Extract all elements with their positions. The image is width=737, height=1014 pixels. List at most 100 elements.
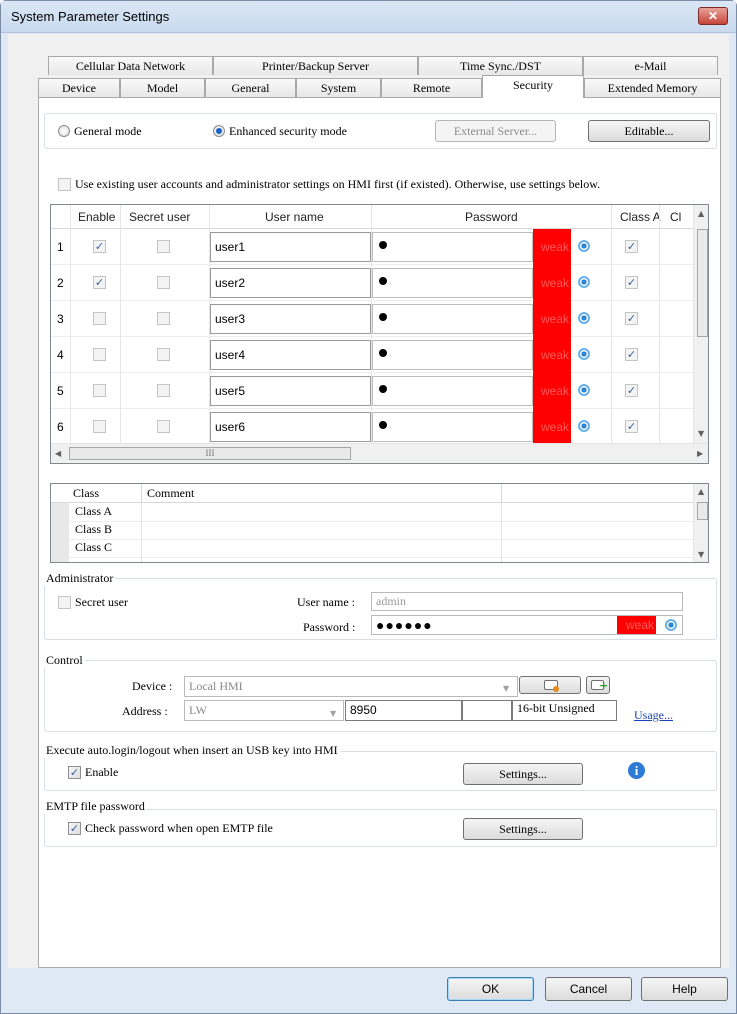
row-password-input[interactable] bbox=[372, 340, 533, 370]
external-server-button[interactable]: External Server... bbox=[435, 120, 556, 142]
hscroll-thumb[interactable]: III bbox=[69, 447, 351, 460]
enhanced-security-mode-radio[interactable] bbox=[213, 125, 225, 137]
row-user-name-input[interactable]: user6 bbox=[210, 412, 371, 442]
table-row[interactable]: 2 ✓ user2 weak ✓ bbox=[51, 265, 693, 301]
row-secret-user-checkbox[interactable] bbox=[157, 276, 170, 289]
usb-enable-checkbox[interactable]: ✓ bbox=[68, 766, 81, 779]
address-type-select[interactable]: LW bbox=[184, 700, 344, 721]
tab-model[interactable]: Model bbox=[120, 78, 205, 97]
row-password-input[interactable] bbox=[372, 304, 533, 334]
class-scroll-up-icon[interactable]: ▲ bbox=[698, 487, 704, 496]
close-button[interactable]: ✕ bbox=[698, 7, 728, 25]
admin-password-strength: weak bbox=[617, 616, 656, 634]
use-existing-label: Use existing user accounts and administr… bbox=[75, 177, 601, 191]
row-password-input[interactable] bbox=[372, 232, 533, 262]
device-chevron-down-icon[interactable]: ▼ bbox=[503, 684, 509, 693]
row-enable-checkbox[interactable] bbox=[93, 420, 106, 433]
add-device-button[interactable]: + bbox=[586, 676, 610, 694]
usb-settings-button[interactable]: Settings... bbox=[463, 763, 583, 785]
row-secret-user-checkbox[interactable] bbox=[157, 420, 170, 433]
row-class-a-checkbox[interactable]: ✓ bbox=[625, 348, 638, 361]
column-divider bbox=[120, 205, 121, 443]
device-settings-button[interactable] bbox=[519, 676, 581, 694]
admin-secret-user-checkbox[interactable] bbox=[58, 596, 71, 609]
row-enable-checkbox[interactable] bbox=[93, 312, 106, 325]
row-show-password-eye-icon[interactable] bbox=[578, 312, 590, 324]
row-class-a-checkbox[interactable]: ✓ bbox=[625, 420, 638, 433]
row-enable-checkbox[interactable] bbox=[93, 348, 106, 361]
row-user-name-input[interactable]: user4 bbox=[210, 340, 371, 370]
tab-security[interactable]: Security bbox=[482, 75, 584, 98]
column-divider bbox=[209, 205, 210, 443]
row-secret-user-checkbox[interactable] bbox=[157, 312, 170, 325]
row-show-password-eye-icon[interactable] bbox=[578, 240, 590, 252]
scroll-left-arrow-icon[interactable]: ◀ bbox=[55, 449, 61, 458]
row-user-name-input[interactable]: user3 bbox=[210, 304, 371, 334]
info-icon[interactable]: i bbox=[628, 762, 645, 779]
emtp-settings-button[interactable]: Settings... bbox=[463, 818, 583, 840]
user-table-vscroll[interactable]: ▲ ▼ bbox=[693, 205, 708, 443]
scroll-up-arrow-icon[interactable]: ▲ bbox=[698, 209, 704, 218]
row-password-input[interactable] bbox=[372, 376, 533, 406]
address-type-chevron-down-icon[interactable]: ▼ bbox=[330, 709, 336, 718]
row-enable-checkbox[interactable]: ✓ bbox=[93, 276, 106, 289]
user-table-hscroll[interactable]: ◀ III ▶ bbox=[51, 443, 708, 463]
use-existing-checkbox[interactable] bbox=[58, 178, 71, 191]
row-password-strength: weak bbox=[533, 301, 571, 337]
row-class-a-checkbox[interactable]: ✓ bbox=[625, 276, 638, 289]
row-password-input[interactable] bbox=[372, 412, 533, 442]
admin-username-input[interactable]: admin bbox=[371, 592, 683, 611]
column-divider bbox=[371, 205, 372, 443]
class-scroll-down-icon[interactable]: ▼ bbox=[698, 550, 704, 559]
scroll-down-arrow-icon[interactable]: ▼ bbox=[698, 429, 704, 438]
row-class-a-checkbox[interactable]: ✓ bbox=[625, 312, 638, 325]
tab-system[interactable]: System bbox=[296, 78, 381, 97]
tab-extended-memory[interactable]: Extended Memory bbox=[584, 78, 721, 97]
row-password-input[interactable] bbox=[372, 268, 533, 298]
row-user-name-input[interactable]: user5 bbox=[210, 376, 371, 406]
usage-link[interactable]: Usage... bbox=[634, 708, 673, 723]
tab-printer-backup-server[interactable]: Printer/Backup Server bbox=[213, 56, 418, 75]
row-class-a-checkbox[interactable]: ✓ bbox=[625, 240, 638, 253]
vscroll-thumb[interactable] bbox=[697, 229, 708, 337]
admin-show-password-eye-icon[interactable] bbox=[665, 619, 677, 631]
row-show-password-eye-icon[interactable] bbox=[578, 348, 590, 360]
tab-time-sync-dst[interactable]: Time Sync./DST bbox=[418, 56, 583, 75]
class-vscroll-thumb[interactable] bbox=[697, 502, 708, 520]
row-user-name-input[interactable]: user2 bbox=[210, 268, 371, 298]
row-user-name-input[interactable]: user1 bbox=[210, 232, 371, 262]
tab-device[interactable]: Device bbox=[38, 78, 120, 97]
tab-email[interactable]: e-Mail bbox=[583, 56, 718, 75]
table-row[interactable]: 4 user4 weak ✓ bbox=[51, 337, 693, 373]
table-row[interactable]: 6 user6 weak ✓ bbox=[51, 409, 693, 445]
device-select[interactable]: Local HMI bbox=[184, 676, 518, 697]
scroll-right-arrow-icon[interactable]: ▶ bbox=[697, 449, 703, 458]
row-class-a-checkbox[interactable]: ✓ bbox=[625, 384, 638, 397]
row-secret-user-checkbox[interactable] bbox=[157, 384, 170, 397]
general-mode-radio[interactable] bbox=[58, 125, 70, 137]
device-gear-dot-icon bbox=[553, 686, 559, 692]
tab-general[interactable]: General bbox=[205, 78, 296, 97]
address-value-input[interactable]: 8950 bbox=[345, 700, 462, 721]
row-show-password-eye-icon[interactable] bbox=[578, 276, 590, 288]
password-dot bbox=[379, 349, 387, 357]
help-button[interactable]: Help bbox=[641, 977, 728, 1001]
row-show-password-eye-icon[interactable] bbox=[578, 420, 590, 432]
address-extra-input[interactable] bbox=[462, 700, 512, 721]
row-show-password-eye-icon[interactable] bbox=[578, 384, 590, 396]
admin-secret-user-label: Secret user bbox=[75, 595, 128, 609]
emtp-check-password-checkbox[interactable]: ✓ bbox=[68, 822, 81, 835]
tab-cellular-data-network[interactable]: Cellular Data Network bbox=[48, 56, 213, 75]
table-row[interactable]: 1 ✓ user1 weak ✓ bbox=[51, 229, 693, 265]
table-row[interactable]: 3 user3 weak ✓ bbox=[51, 301, 693, 337]
row-enable-checkbox[interactable]: ✓ bbox=[93, 240, 106, 253]
class-table-vscroll[interactable]: ▲ ▼ bbox=[693, 484, 708, 562]
tab-remote[interactable]: Remote bbox=[381, 78, 482, 97]
row-enable-checkbox[interactable] bbox=[93, 384, 106, 397]
ok-button[interactable]: OK bbox=[447, 977, 534, 1001]
table-row[interactable]: 5 user5 weak ✓ bbox=[51, 373, 693, 409]
cancel-button[interactable]: Cancel bbox=[545, 977, 632, 1001]
row-secret-user-checkbox[interactable] bbox=[157, 240, 170, 253]
editable-button[interactable]: Editable... bbox=[588, 120, 710, 142]
row-secret-user-checkbox[interactable] bbox=[157, 348, 170, 361]
